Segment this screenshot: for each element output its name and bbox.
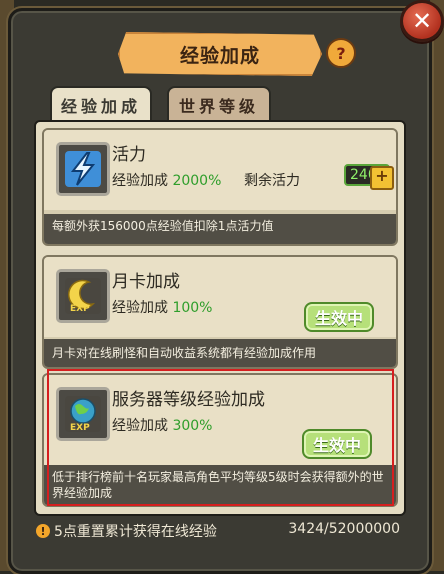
help-button[interactable]: ? <box>326 38 356 68</box>
bonus-label: 经验加成 <box>112 418 168 434</box>
svg-text:EXP: EXP <box>70 423 90 433</box>
footer-note-text: 5点重置累计获得在线经验 <box>54 524 217 540</box>
card-description: 低于排行榜前十名玩家最高角色平均等级5级时会获得额外的世界经验加成 <box>44 465 396 505</box>
bonus-label: 经验加成 <box>112 173 168 189</box>
add-energy-button[interactable]: + <box>370 166 394 190</box>
bonus-value: 2000% <box>172 173 222 189</box>
svg-text:EXP: EXP <box>70 304 90 314</box>
bonus-value: 100% <box>172 300 213 316</box>
dialog-title: 经验加成 <box>118 32 322 76</box>
info-icon: ! <box>36 524 50 538</box>
card-energy: 活力 经验加成 2000% 剩余活力 240 + 每额外获156000点经验值扣… <box>42 128 398 246</box>
close-button[interactable]: ✕ <box>400 0 444 42</box>
bonus-line: 经验加成 2000% <box>112 170 221 190</box>
remaining-energy-label: 剩余活力 <box>244 173 300 189</box>
card-monthly: EXP 月卡加成 经验加成 100% 生效中 月卡对在线刷怪和自动收益系统都有经… <box>42 255 398 369</box>
tab-exp-bonus[interactable]: 经验加成 <box>50 86 152 122</box>
moon-exp-icon: EXP <box>56 269 110 323</box>
status-badge: 生效中 <box>304 302 374 332</box>
status-badge: 生效中 <box>302 429 372 459</box>
tab-world-level[interactable]: 世界等级 <box>167 86 271 124</box>
card-title: 月卡加成 <box>112 272 180 292</box>
card-title: 服务器等级经验加成 <box>112 390 265 410</box>
bonus-label: 经验加成 <box>112 300 168 316</box>
bonus-line: 经验加成 100% <box>112 297 212 317</box>
globe-exp-icon: EXP <box>56 387 110 441</box>
footer-note: ! 5点重置累计获得在线经验 <box>36 521 217 541</box>
background-right <box>430 0 444 571</box>
card-server-level: EXP 服务器等级经验加成 经验加成 300% 生效中 低于排行榜前十名玩家最高… <box>42 373 398 507</box>
bonus-line: 经验加成 300% <box>112 415 212 435</box>
card-description: 每额外获156000点经验值扣除1点活力值 <box>44 214 396 244</box>
bonus-value: 300% <box>172 418 213 434</box>
card-title: 活力 <box>112 145 146 165</box>
lightning-icon <box>56 142 110 196</box>
card-description: 月卡对在线刷怪和自动收益系统都有经验加成作用 <box>44 339 396 367</box>
exp-progress: 3424/52000000 <box>288 521 400 537</box>
